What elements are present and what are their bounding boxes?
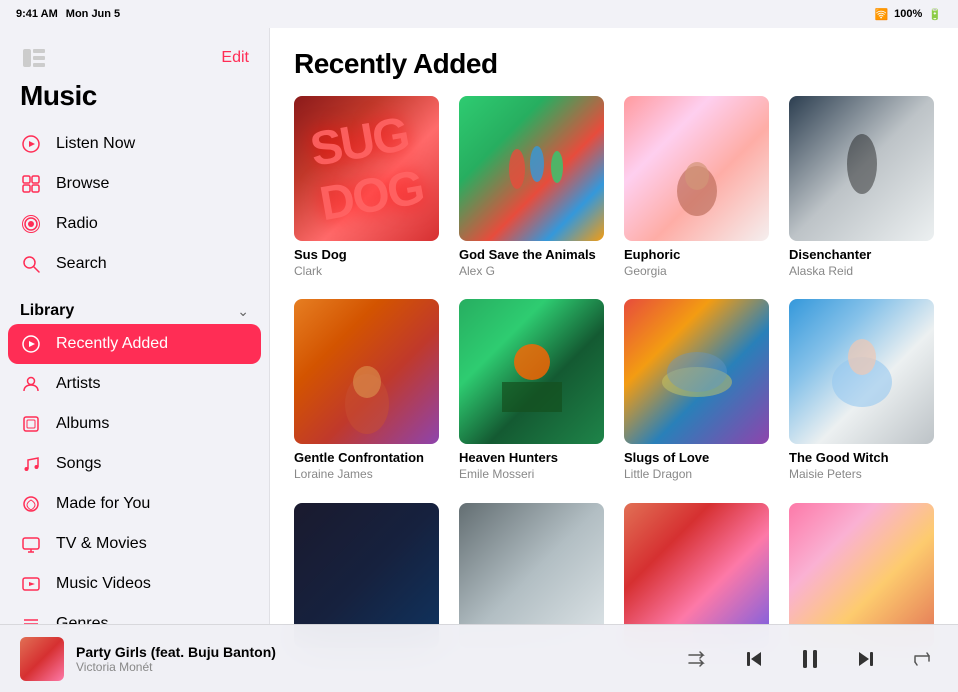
sidebar-item-artists[interactable]: Artists bbox=[0, 364, 269, 404]
songs-icon bbox=[20, 453, 42, 475]
album-disenchanter[interactable]: Disenchanter Alaska Reid bbox=[789, 96, 934, 279]
music-videos-icon bbox=[20, 573, 42, 595]
now-playing-title: Party Girls (feat. Buju Banton) bbox=[76, 644, 670, 660]
battery-icon: 🔋 bbox=[928, 8, 942, 21]
albums-label: Albums bbox=[56, 415, 109, 433]
previous-button[interactable] bbox=[738, 643, 770, 675]
album-artist-heaven: Emile Mosseri bbox=[459, 467, 604, 483]
album-art-gentle bbox=[294, 299, 439, 444]
sidebar-item-tv-movies[interactable]: TV & Movies bbox=[0, 524, 269, 564]
now-playing-artist: Victoria Monét bbox=[76, 660, 670, 674]
shuffle-button[interactable] bbox=[682, 643, 714, 675]
album-art-slugs bbox=[624, 299, 769, 444]
now-playing-bar: Party Girls (feat. Buju Banton) Victoria… bbox=[0, 624, 958, 692]
sidebar-item-music-videos[interactable]: Music Videos bbox=[0, 564, 269, 604]
sidebar-item-listen-now[interactable]: Listen Now bbox=[0, 124, 269, 164]
status-bar-left: 9:41 AM Mon Jun 5 bbox=[16, 8, 120, 20]
sidebar: Edit Music Listen Now Browse Radi bbox=[0, 28, 270, 692]
status-bar-right: 🛜 100% 🔋 bbox=[874, 8, 942, 21]
album-artist-gentle: Loraine James bbox=[294, 467, 439, 483]
next-button[interactable] bbox=[850, 643, 882, 675]
sidebar-toggle-button[interactable] bbox=[20, 44, 48, 72]
sidebar-item-browse[interactable]: Browse bbox=[0, 164, 269, 204]
sidebar-item-albums[interactable]: Albums bbox=[0, 404, 269, 444]
album-sus-dog[interactable]: SUGDOG Sus Dog Clark bbox=[294, 96, 439, 279]
edit-button[interactable]: Edit bbox=[221, 49, 249, 67]
album-grid: SUGDOG Sus Dog Clark bbox=[294, 96, 934, 654]
album-artist-disenchanter: Alaska Reid bbox=[789, 264, 934, 280]
now-playing-controls bbox=[682, 643, 938, 675]
search-label: Search bbox=[56, 255, 107, 273]
search-icon bbox=[20, 253, 42, 275]
album-art-disenchanter bbox=[789, 96, 934, 241]
artists-icon bbox=[20, 373, 42, 395]
sidebar-item-radio[interactable]: Radio bbox=[0, 204, 269, 244]
tv-movies-icon bbox=[20, 533, 42, 555]
album-art-heaven bbox=[459, 299, 604, 444]
browse-label: Browse bbox=[56, 175, 109, 193]
album-name-gentle: Gentle Confrontation bbox=[294, 450, 439, 467]
album-gentle[interactable]: Gentle Confrontation Loraine James bbox=[294, 299, 439, 482]
album-euphoric[interactable]: Euphoric Georgia bbox=[624, 96, 769, 279]
album-art-sus-dog: SUGDOG bbox=[294, 96, 439, 241]
album-artist-good-witch: Maisie Peters bbox=[789, 467, 934, 483]
album-good-witch[interactable]: The Good Witch Maisie Peters bbox=[789, 299, 934, 482]
album-name-euphoric: Euphoric bbox=[624, 247, 769, 264]
sidebar-item-recently-added[interactable]: Recently Added bbox=[8, 324, 261, 364]
album-artist-slugs: Little Dragon bbox=[624, 467, 769, 483]
main-content: Recently Added SUGDOG Sus Dog Clark bbox=[270, 28, 958, 692]
album-heaven[interactable]: Heaven Hunters Emile Mosseri bbox=[459, 299, 604, 482]
album-artist-sus-dog: Clark bbox=[294, 264, 439, 280]
songs-label: Songs bbox=[56, 455, 101, 473]
music-videos-label: Music Videos bbox=[56, 575, 151, 593]
main-nav: Listen Now Browse Radio Search bbox=[0, 124, 269, 284]
made-for-you-icon bbox=[20, 493, 42, 515]
album-slugs[interactable]: Slugs of Love Little Dragon bbox=[624, 299, 769, 482]
album-art-god-save bbox=[459, 96, 604, 241]
date: Mon Jun 5 bbox=[66, 8, 120, 20]
app-container: Edit Music Listen Now Browse Radi bbox=[0, 28, 958, 692]
album-artist-god-save: Alex G bbox=[459, 264, 604, 280]
recently-added-label: Recently Added bbox=[56, 335, 168, 353]
app-title: Music bbox=[0, 80, 269, 124]
library-section-title: Library bbox=[20, 302, 74, 320]
album-name-sus-dog: Sus Dog bbox=[294, 247, 439, 264]
radio-label: Radio bbox=[56, 215, 98, 233]
album-art-good-witch bbox=[789, 299, 934, 444]
album-name-heaven: Heaven Hunters bbox=[459, 450, 604, 467]
library-section-header: Library ⌄ bbox=[0, 288, 269, 324]
page-title: Recently Added bbox=[294, 48, 934, 80]
album-name-good-witch: The Good Witch bbox=[789, 450, 934, 467]
tv-movies-label: TV & Movies bbox=[56, 535, 147, 553]
library-chevron-icon[interactable]: ⌄ bbox=[237, 303, 249, 320]
now-playing-info: Party Girls (feat. Buju Banton) Victoria… bbox=[76, 644, 670, 674]
pause-button[interactable] bbox=[794, 643, 826, 675]
artists-label: Artists bbox=[56, 375, 100, 393]
browse-icon bbox=[20, 173, 42, 195]
sidebar-item-made-for-you[interactable]: Made for You bbox=[0, 484, 269, 524]
sidebar-item-search[interactable]: Search bbox=[0, 244, 269, 284]
sidebar-item-songs[interactable]: Songs bbox=[0, 444, 269, 484]
time: 9:41 AM bbox=[16, 8, 58, 20]
radio-icon bbox=[20, 213, 42, 235]
made-for-you-label: Made for You bbox=[56, 495, 150, 513]
battery: 100% bbox=[894, 8, 922, 20]
repeat-button[interactable] bbox=[906, 643, 938, 675]
wifi-icon: 🛜 bbox=[874, 8, 888, 21]
recently-added-icon bbox=[20, 333, 42, 355]
album-god-save[interactable]: God Save the Animals Alex G bbox=[459, 96, 604, 279]
listen-now-icon bbox=[20, 133, 42, 155]
sidebar-header: Edit bbox=[0, 40, 269, 80]
album-name-slugs: Slugs of Love bbox=[624, 450, 769, 467]
album-name-god-save: God Save the Animals bbox=[459, 247, 604, 264]
listen-now-label: Listen Now bbox=[56, 135, 135, 153]
album-artist-euphoric: Georgia bbox=[624, 264, 769, 280]
status-bar: 9:41 AM Mon Jun 5 🛜 100% 🔋 bbox=[0, 0, 958, 28]
album-art-euphoric bbox=[624, 96, 769, 241]
albums-icon bbox=[20, 413, 42, 435]
now-playing-art bbox=[20, 637, 64, 681]
album-name-disenchanter: Disenchanter bbox=[789, 247, 934, 264]
